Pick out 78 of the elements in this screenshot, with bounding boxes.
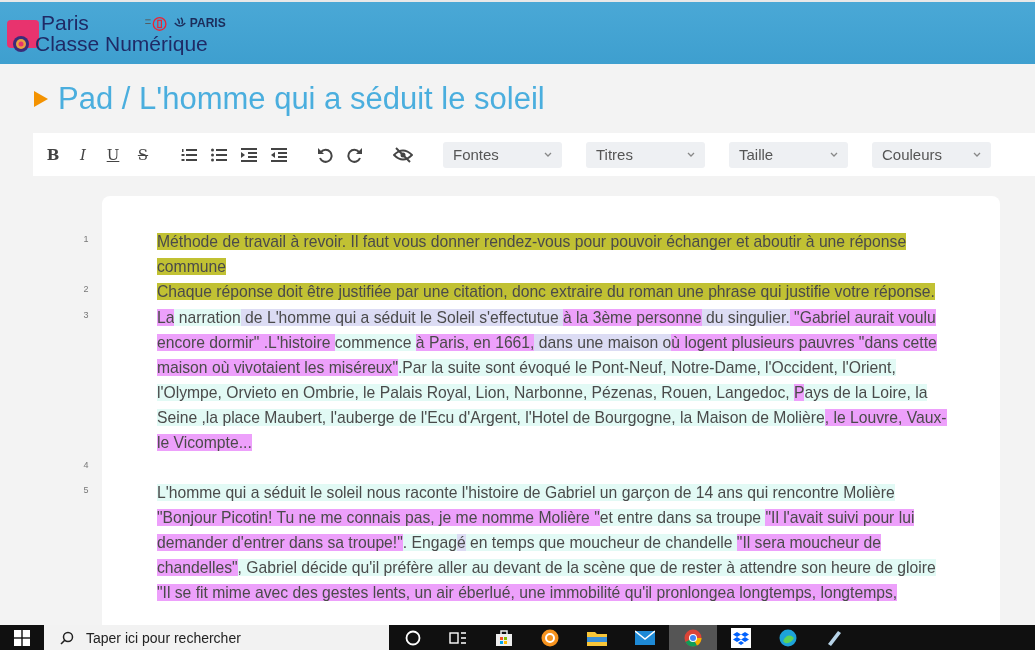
- line-number: 5: [82, 484, 90, 497]
- numbered-list-icon[interactable]: [181, 147, 197, 162]
- author-highlighted-text: le Vicompte...: [157, 433, 252, 451]
- author-highlighted-text: P: [793, 383, 805, 401]
- undo-icon[interactable]: [317, 146, 333, 163]
- author-highlighted-text: commune: [157, 258, 226, 275]
- author-highlighted-text: demander d'entrer dans sa troupe!": [157, 534, 403, 551]
- author-highlighted-text: chandelles": [157, 559, 238, 576]
- author-highlighted-text: L'homme qui a séduit le soleil nous raconte l'histoire de Gabriel un garçon de 14 ans qui rencontre Molière: [157, 484, 895, 501]
- author-highlighted-text: "Il l'avait suivi pour lui: [765, 509, 915, 526]
- author-highlighted-text: en temps que moucheur de chandelle: [465, 534, 737, 551]
- browser-icon[interactable]: [684, 628, 702, 647]
- windows-start-icon[interactable]: [14, 629, 30, 646]
- dropdown[interactable]: Fontes: [443, 141, 562, 168]
- triangle-icon: [34, 91, 48, 107]
- author-highlighted-text: du singulier.: [701, 308, 790, 326]
- author-highlighted-text: ays de la Loire, la: [804, 383, 928, 401]
- chevron-down-icon: [687, 152, 695, 157]
- author-highlighted-text: Seine ,la place Maubert, l'auberge de l'Ecu d'Argent, l'Hotel de Bourgogne, la Maison de Molière: [157, 408, 825, 426]
- author-highlighted-text: à la 3ème personne: [563, 308, 702, 326]
- author-highlighted-text: . Engag: [402, 534, 457, 551]
- author-highlighted-text: "Il sera moucheur de: [736, 534, 882, 551]
- dropdown[interactable]: Taille: [729, 141, 848, 168]
- mail-icon[interactable]: [635, 629, 655, 646]
- line-number: 2: [82, 283, 90, 296]
- hidden-eye-icon[interactable]: [393, 146, 413, 163]
- circle-icon[interactable]: [405, 629, 421, 646]
- author-highlighted-text: "Il se fit mime avec des gestes lents, un air éberlué, une immobilité qu'il pronlongea longtemps, longtemps,: [157, 584, 898, 601]
- chevron-down-icon: [544, 152, 552, 157]
- pen-icon[interactable]: [825, 628, 843, 647]
- logo-text: Paris: [41, 12, 89, 33]
- author-highlighted-text: Méthode de travail à revoir. Il faut vous donner rendez-vous pour pouvoir échanger et aboutir à une réponse: [157, 233, 907, 250]
- shopping-bag-icon[interactable]: [495, 628, 513, 647]
- task-view-icon[interactable]: [449, 629, 467, 646]
- line-number: 1: [82, 233, 90, 246]
- author-highlighted-text: , le Louvre, Vaux-: [824, 408, 947, 426]
- indent-icon[interactable]: [241, 147, 257, 162]
- search-input[interactable]: Taper ici pour rechercher: [84, 628, 368, 647]
- author-highlighted-text: encore dormir" .L'histoire: [157, 333, 335, 351]
- author-highlighted-text: "Bonjour Picotin! Tu ne me connais pas, je me nomme Molière ": [157, 509, 600, 526]
- author-highlighted-text: La: [157, 308, 175, 326]
- author-highlighted-text: "Gabriel aurait voulu: [789, 308, 936, 326]
- author-highlighted-text: et entre dans sa troupe: [599, 509, 766, 526]
- author-highlighted-text: .Par la suite sont évoqué le Pont-Neuf, Notre-Dame, l'Occident, l'Orient,: [398, 358, 896, 376]
- page-title: Pad / L'homme qui a séduit le soleil: [58, 81, 545, 117]
- redo-icon[interactable]: [347, 146, 363, 163]
- format-button[interactable]: U: [105, 145, 121, 164]
- format-button[interactable]: S: [135, 145, 151, 164]
- format-button[interactable]: B: [45, 145, 61, 164]
- partner-logo-text: PARIS: [189, 15, 226, 30]
- author-highlighted-text: é: [456, 534, 466, 551]
- ship-icon: [172, 15, 187, 30]
- app-gear-icon[interactable]: [541, 628, 559, 647]
- dropbox-icon[interactable]: [731, 627, 751, 648]
- author-highlighted-text: commence: [334, 333, 416, 351]
- author-highlighted-text: l'Olympe, Orvieto en Ombrie, le Palais Royal, Lion, Narbonne, Pézenas, Rouen, Langedoc,: [157, 383, 794, 401]
- author-highlighted-text: , Gabriel décide qu'il préfère aller au devant de la scène que de rester à attendre son heure de gloire: [237, 559, 936, 576]
- outdent-icon[interactable]: [271, 147, 287, 162]
- author-highlighted-text: à Paris, en 1661,: [415, 333, 535, 351]
- bullet-list-icon[interactable]: [211, 147, 227, 162]
- author-highlighted-text: narration: [174, 308, 241, 326]
- taskbar-search-field[interactable]: Taper ici pour rechercher: [44, 625, 389, 650]
- line-number: 3: [82, 308, 90, 322]
- chevron-down-icon: [973, 152, 981, 157]
- author-highlighted-text: maison où vivotaient les miséreux": [157, 358, 398, 376]
- chevron-down-icon: [830, 152, 838, 157]
- line-number: 4: [82, 458, 90, 472]
- dropdown[interactable]: Titres: [586, 141, 705, 168]
- logo-text: Classe Numérique: [35, 33, 208, 54]
- search-icon: [60, 630, 74, 645]
- author-highlighted-text: ù logent plusieurs pauvres "dans cette: [671, 333, 937, 351]
- dropdown[interactable]: Couleurs: [872, 141, 991, 168]
- edge-browser-icon[interactable]: [779, 628, 797, 647]
- author-highlighted-text: de L'homme qui a séduit le Soleil s'effectutue: [240, 308, 563, 326]
- author-highlighted-text: Chaque réponse doit être justifiée par une citation, donc extraire du roman une phrase qui justifie votre réponse.: [157, 283, 935, 300]
- format-button[interactable]: I: [75, 145, 91, 164]
- folder-icon[interactable]: [587, 629, 607, 646]
- author-highlighted-text: dans une maison o: [534, 333, 672, 351]
